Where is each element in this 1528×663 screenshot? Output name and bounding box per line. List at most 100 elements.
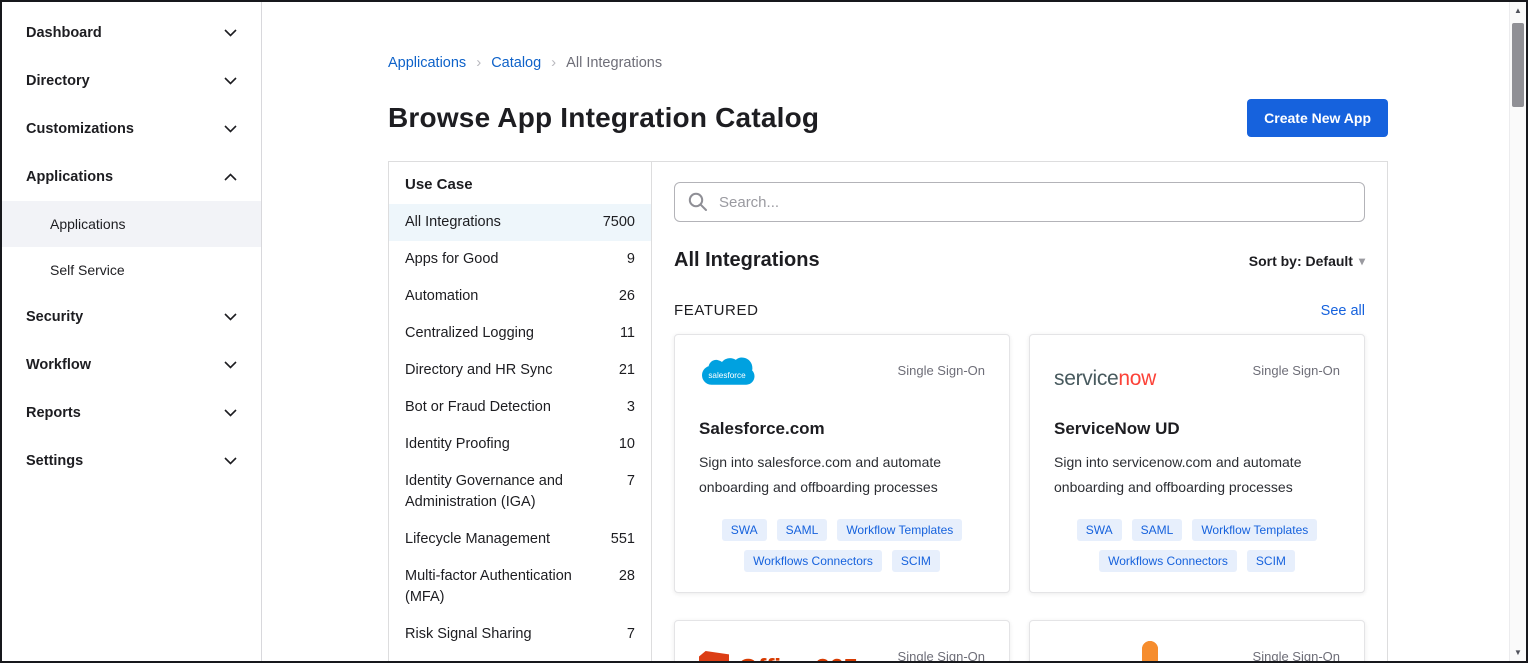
filter-label: Identity Proofing — [405, 434, 510, 455]
tag-badge: Workflows Connectors — [1099, 550, 1237, 572]
sidebar: Dashboard Directory Customizations Appli… — [2, 2, 262, 661]
sidebar-item-applications[interactable]: Applications — [2, 153, 261, 201]
sidebar-subitem-applications[interactable]: Applications — [2, 201, 261, 247]
app-card-servicenow[interactable]: servicenow Single Sign-On ServiceNow UD … — [1029, 334, 1365, 593]
sidebar-item-dashboard[interactable]: Dashboard — [2, 9, 261, 57]
sort-by-dropdown[interactable]: Sort by: Default ▾ — [1249, 253, 1365, 269]
servicenow-logo: servicenow — [1054, 355, 1156, 391]
app-card-office365[interactable]: Office 365 Single Sign-On — [674, 620, 1010, 661]
vertical-scrollbar[interactable]: ▲ ▼ — [1509, 2, 1526, 661]
filter-iga[interactable]: Identity Governance and Administration (… — [389, 463, 651, 521]
filter-label: Apps for Good — [405, 249, 499, 270]
chevron-down-icon — [224, 409, 237, 417]
results-heading: All Integrations — [674, 249, 820, 272]
sidebar-subitem-label: Applications — [50, 216, 126, 232]
filter-apps-for-good[interactable]: Apps for Good 9 — [389, 241, 651, 278]
tag-badge: SWA — [1077, 519, 1122, 541]
chevron-down-icon — [224, 77, 237, 85]
sort-by-label: Sort by: Default — [1249, 253, 1353, 269]
workday-logo: workday — [1090, 641, 1210, 661]
breadcrumb-link-applications[interactable]: Applications — [388, 55, 466, 71]
app-card-description: Sign into salesforce.com and automate on… — [699, 450, 985, 499]
sidebar-item-label: Reports — [26, 405, 81, 421]
breadcrumb-separator-icon: › — [551, 54, 556, 71]
sidebar-item-label: Applications — [26, 169, 113, 185]
app-card-workday[interactable]: workday Single Sign-On — [1029, 620, 1365, 661]
filter-social-login[interactable]: Social Login 18 — [389, 653, 651, 661]
scrollbar-thumb[interactable] — [1512, 23, 1524, 107]
tag-badge: SAML — [777, 519, 828, 541]
scroll-up-button[interactable]: ▲ — [1510, 2, 1526, 19]
filter-risk-signal-sharing[interactable]: Risk Signal Sharing 7 — [389, 616, 651, 653]
search-box — [674, 182, 1365, 222]
office365-icon — [699, 651, 729, 661]
page-title: Browse App Integration Catalog — [388, 102, 819, 134]
filter-count: 11 — [620, 323, 635, 344]
filter-label: Lifecycle Management — [405, 529, 550, 550]
sidebar-subitem-label: Self Service — [50, 262, 125, 278]
filter-directory-hr-sync[interactable]: Directory and HR Sync 21 — [389, 352, 651, 389]
sidebar-item-label: Dashboard — [26, 25, 102, 41]
tag-badge: Workflow Templates — [837, 519, 962, 541]
sidebar-item-directory[interactable]: Directory — [2, 57, 261, 105]
filter-label: Centralized Logging — [405, 323, 534, 344]
sidebar-item-label: Workflow — [26, 357, 91, 373]
chevron-down-icon — [224, 361, 237, 369]
salesforce-logo: salesforce — [699, 355, 755, 400]
filter-count: 26 — [619, 286, 635, 307]
sidebar-item-reports[interactable]: Reports — [2, 389, 261, 437]
filter-count: 9 — [627, 249, 635, 270]
chevron-down-icon — [224, 313, 237, 321]
search-icon — [687, 191, 709, 218]
see-all-link[interactable]: See all — [1321, 303, 1365, 319]
filter-automation[interactable]: Automation 26 — [389, 278, 651, 315]
create-new-app-button[interactable]: Create New App — [1247, 99, 1388, 137]
app-card-title: ServiceNow UD — [1054, 419, 1340, 439]
filter-count: 7 — [627, 471, 635, 492]
filter-lifecycle-management[interactable]: Lifecycle Management 551 — [389, 521, 651, 558]
filter-count: 10 — [619, 434, 635, 455]
filter-all-integrations[interactable]: All Integrations 7500 — [389, 204, 651, 241]
results-panel: All Integrations Sort by: Default ▾ FEAT… — [652, 162, 1387, 661]
filter-identity-proofing[interactable]: Identity Proofing 10 — [389, 426, 651, 463]
sidebar-subitem-self-service[interactable]: Self Service — [2, 247, 261, 293]
sidebar-item-settings[interactable]: Settings — [2, 437, 261, 485]
app-card-description: Sign into servicenow.com and automate on… — [1054, 450, 1340, 499]
filter-label: Multi-factor Authentication (MFA) — [405, 566, 609, 608]
filter-label: All Integrations — [405, 212, 501, 233]
chevron-down-icon — [224, 125, 237, 133]
catalog-panel: Use Case All Integrations 7500 Apps for … — [388, 161, 1388, 661]
app-card-tags: SWA SAML Workflow Templates Workflows Co… — [699, 519, 985, 572]
sign-on-badge: Single Sign-On — [898, 641, 985, 661]
filter-count: 7500 — [603, 212, 635, 233]
sign-on-badge: Single Sign-On — [898, 355, 985, 378]
main-content: Applications › Catalog › All Integration… — [262, 2, 1526, 661]
office365-logo: Office 365 — [699, 641, 857, 661]
filter-count: 7 — [627, 624, 635, 645]
filter-label: Bot or Fraud Detection — [405, 397, 551, 418]
workday-arc-icon — [1142, 641, 1158, 661]
search-input[interactable] — [674, 182, 1365, 222]
app-window: Dashboard Directory Customizations Appli… — [0, 0, 1528, 663]
filter-centralized-logging[interactable]: Centralized Logging 11 — [389, 315, 651, 352]
sidebar-item-label: Customizations — [26, 121, 134, 137]
filter-label: Identity Governance and Administration (… — [405, 471, 617, 513]
filter-label: Directory and HR Sync — [405, 360, 552, 381]
filter-count: 21 — [619, 360, 635, 381]
app-card-salesforce[interactable]: salesforce Single Sign-On Salesforce.com… — [674, 334, 1010, 593]
sidebar-item-security[interactable]: Security — [2, 293, 261, 341]
tag-badge: SCIM — [892, 550, 940, 572]
filter-count: 28 — [619, 566, 635, 587]
sidebar-item-label: Settings — [26, 453, 83, 469]
svg-text:salesforce: salesforce — [708, 371, 746, 380]
app-card-title: Salesforce.com — [699, 419, 985, 439]
sidebar-item-workflow[interactable]: Workflow — [2, 341, 261, 389]
sidebar-item-label: Security — [26, 309, 83, 325]
breadcrumb-link-catalog[interactable]: Catalog — [491, 55, 541, 71]
filter-count: 3 — [627, 397, 635, 418]
tag-badge: SCIM — [1247, 550, 1295, 572]
sidebar-item-customizations[interactable]: Customizations — [2, 105, 261, 153]
scroll-down-button[interactable]: ▼ — [1510, 644, 1526, 661]
filter-bot-fraud-detection[interactable]: Bot or Fraud Detection 3 — [389, 389, 651, 426]
filter-mfa[interactable]: Multi-factor Authentication (MFA) 28 — [389, 558, 651, 616]
